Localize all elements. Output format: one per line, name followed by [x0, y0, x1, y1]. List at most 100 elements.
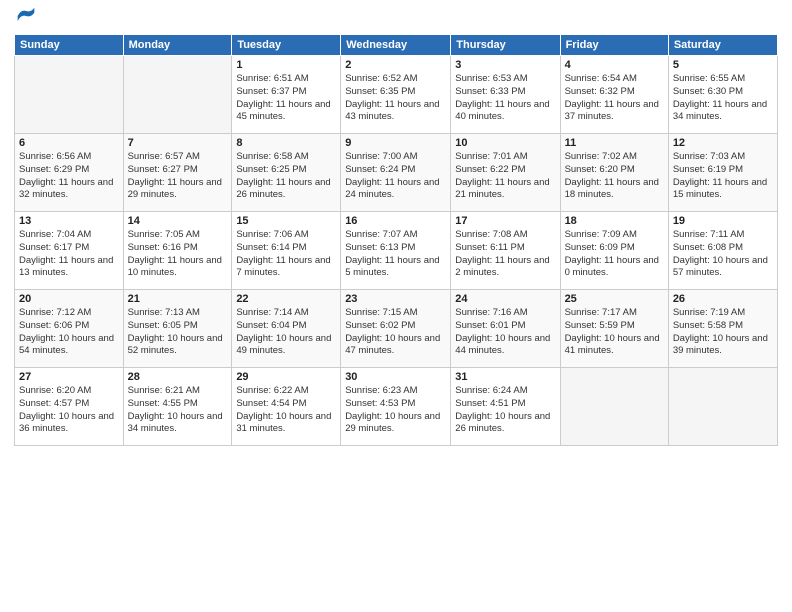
calendar-cell: 29 Sunrise: 6:22 AM Sunset: 4:54 PM Dayl… [232, 368, 341, 446]
day-number: 10 [455, 137, 555, 149]
day-info: Sunrise: 7:03 AM Sunset: 6:19 PM Dayligh… [673, 151, 773, 202]
day-number: 1 [236, 59, 336, 71]
calendar-cell [668, 368, 777, 446]
day-number: 23 [345, 293, 446, 305]
day-info: Sunrise: 6:52 AM Sunset: 6:35 PM Dayligh… [345, 73, 446, 124]
calendar-cell [123, 56, 232, 134]
day-number: 7 [128, 137, 228, 149]
day-number: 19 [673, 215, 773, 227]
day-info: Sunrise: 7:09 AM Sunset: 6:09 PM Dayligh… [565, 229, 664, 280]
day-number: 15 [236, 215, 336, 227]
calendar-cell: 16 Sunrise: 7:07 AM Sunset: 6:13 PM Dayl… [341, 212, 451, 290]
weekday-header: Sunday [15, 35, 124, 56]
calendar-cell: 12 Sunrise: 7:03 AM Sunset: 6:19 PM Dayl… [668, 134, 777, 212]
day-number: 29 [236, 371, 336, 383]
calendar-cell: 17 Sunrise: 7:08 AM Sunset: 6:11 PM Dayl… [451, 212, 560, 290]
day-number: 21 [128, 293, 228, 305]
day-number: 5 [673, 59, 773, 71]
calendar-cell: 10 Sunrise: 7:01 AM Sunset: 6:22 PM Dayl… [451, 134, 560, 212]
logo-area [14, 10, 36, 26]
day-number: 30 [345, 371, 446, 383]
calendar-cell: 9 Sunrise: 7:00 AM Sunset: 6:24 PM Dayli… [341, 134, 451, 212]
day-info: Sunrise: 6:54 AM Sunset: 6:32 PM Dayligh… [565, 73, 664, 124]
day-number: 4 [565, 59, 664, 71]
calendar-cell: 20 Sunrise: 7:12 AM Sunset: 6:06 PM Dayl… [15, 290, 124, 368]
logo-text [14, 10, 36, 26]
calendar-cell: 26 Sunrise: 7:19 AM Sunset: 5:58 PM Dayl… [668, 290, 777, 368]
weekday-header: Thursday [451, 35, 560, 56]
weekday-header: Wednesday [341, 35, 451, 56]
day-number: 2 [345, 59, 446, 71]
day-info: Sunrise: 7:02 AM Sunset: 6:20 PM Dayligh… [565, 151, 664, 202]
day-info: Sunrise: 7:17 AM Sunset: 5:59 PM Dayligh… [565, 307, 664, 358]
day-number: 13 [19, 215, 119, 227]
day-number: 24 [455, 293, 555, 305]
calendar-cell: 25 Sunrise: 7:17 AM Sunset: 5:59 PM Dayl… [560, 290, 668, 368]
day-info: Sunrise: 7:14 AM Sunset: 6:04 PM Dayligh… [236, 307, 336, 358]
day-info: Sunrise: 7:07 AM Sunset: 6:13 PM Dayligh… [345, 229, 446, 280]
day-info: Sunrise: 6:20 AM Sunset: 4:57 PM Dayligh… [19, 385, 119, 436]
day-info: Sunrise: 6:58 AM Sunset: 6:25 PM Dayligh… [236, 151, 336, 202]
calendar-cell: 4 Sunrise: 6:54 AM Sunset: 6:32 PM Dayli… [560, 56, 668, 134]
day-number: 8 [236, 137, 336, 149]
calendar-cell: 14 Sunrise: 7:05 AM Sunset: 6:16 PM Dayl… [123, 212, 232, 290]
calendar-cell: 1 Sunrise: 6:51 AM Sunset: 6:37 PM Dayli… [232, 56, 341, 134]
day-info: Sunrise: 6:53 AM Sunset: 6:33 PM Dayligh… [455, 73, 555, 124]
day-number: 6 [19, 137, 119, 149]
calendar-week-row: 20 Sunrise: 7:12 AM Sunset: 6:06 PM Dayl… [15, 290, 778, 368]
logo-icon [16, 6, 36, 26]
day-info: Sunrise: 7:12 AM Sunset: 6:06 PM Dayligh… [19, 307, 119, 358]
day-number: 28 [128, 371, 228, 383]
calendar-week-row: 13 Sunrise: 7:04 AM Sunset: 6:17 PM Dayl… [15, 212, 778, 290]
calendar-cell: 13 Sunrise: 7:04 AM Sunset: 6:17 PM Dayl… [15, 212, 124, 290]
calendar-cell: 18 Sunrise: 7:09 AM Sunset: 6:09 PM Dayl… [560, 212, 668, 290]
calendar-cell: 30 Sunrise: 6:23 AM Sunset: 4:53 PM Dayl… [341, 368, 451, 446]
calendar-table: SundayMondayTuesdayWednesdayThursdayFrid… [14, 34, 778, 446]
day-number: 17 [455, 215, 555, 227]
calendar-cell: 22 Sunrise: 7:14 AM Sunset: 6:04 PM Dayl… [232, 290, 341, 368]
day-number: 9 [345, 137, 446, 149]
calendar-cell [15, 56, 124, 134]
calendar-cell: 7 Sunrise: 6:57 AM Sunset: 6:27 PM Dayli… [123, 134, 232, 212]
calendar-cell: 5 Sunrise: 6:55 AM Sunset: 6:30 PM Dayli… [668, 56, 777, 134]
day-info: Sunrise: 7:05 AM Sunset: 6:16 PM Dayligh… [128, 229, 228, 280]
day-info: Sunrise: 7:19 AM Sunset: 5:58 PM Dayligh… [673, 307, 773, 358]
calendar-header-row: SundayMondayTuesdayWednesdayThursdayFrid… [15, 35, 778, 56]
header [14, 10, 778, 26]
day-number: 25 [565, 293, 664, 305]
day-info: Sunrise: 6:57 AM Sunset: 6:27 PM Dayligh… [128, 151, 228, 202]
day-info: Sunrise: 7:11 AM Sunset: 6:08 PM Dayligh… [673, 229, 773, 280]
day-info: Sunrise: 6:24 AM Sunset: 4:51 PM Dayligh… [455, 385, 555, 436]
calendar-cell: 15 Sunrise: 7:06 AM Sunset: 6:14 PM Dayl… [232, 212, 341, 290]
day-info: Sunrise: 6:51 AM Sunset: 6:37 PM Dayligh… [236, 73, 336, 124]
day-number: 12 [673, 137, 773, 149]
day-number: 3 [455, 59, 555, 71]
day-info: Sunrise: 6:55 AM Sunset: 6:30 PM Dayligh… [673, 73, 773, 124]
weekday-header: Tuesday [232, 35, 341, 56]
day-info: Sunrise: 7:08 AM Sunset: 6:11 PM Dayligh… [455, 229, 555, 280]
calendar-cell: 2 Sunrise: 6:52 AM Sunset: 6:35 PM Dayli… [341, 56, 451, 134]
calendar-week-row: 27 Sunrise: 6:20 AM Sunset: 4:57 PM Dayl… [15, 368, 778, 446]
calendar-cell: 21 Sunrise: 7:13 AM Sunset: 6:05 PM Dayl… [123, 290, 232, 368]
day-number: 27 [19, 371, 119, 383]
page: SundayMondayTuesdayWednesdayThursdayFrid… [0, 0, 792, 612]
calendar-cell: 23 Sunrise: 7:15 AM Sunset: 6:02 PM Dayl… [341, 290, 451, 368]
calendar-cell: 24 Sunrise: 7:16 AM Sunset: 6:01 PM Dayl… [451, 290, 560, 368]
weekday-header: Friday [560, 35, 668, 56]
day-info: Sunrise: 7:16 AM Sunset: 6:01 PM Dayligh… [455, 307, 555, 358]
day-number: 22 [236, 293, 336, 305]
calendar-cell: 6 Sunrise: 6:56 AM Sunset: 6:29 PM Dayli… [15, 134, 124, 212]
day-number: 20 [19, 293, 119, 305]
calendar-cell: 8 Sunrise: 6:58 AM Sunset: 6:25 PM Dayli… [232, 134, 341, 212]
day-number: 26 [673, 293, 773, 305]
day-info: Sunrise: 7:04 AM Sunset: 6:17 PM Dayligh… [19, 229, 119, 280]
day-info: Sunrise: 7:15 AM Sunset: 6:02 PM Dayligh… [345, 307, 446, 358]
calendar-cell: 28 Sunrise: 6:21 AM Sunset: 4:55 PM Dayl… [123, 368, 232, 446]
day-info: Sunrise: 6:22 AM Sunset: 4:54 PM Dayligh… [236, 385, 336, 436]
day-info: Sunrise: 7:13 AM Sunset: 6:05 PM Dayligh… [128, 307, 228, 358]
calendar-cell: 3 Sunrise: 6:53 AM Sunset: 6:33 PM Dayli… [451, 56, 560, 134]
day-number: 16 [345, 215, 446, 227]
day-info: Sunrise: 7:01 AM Sunset: 6:22 PM Dayligh… [455, 151, 555, 202]
day-number: 18 [565, 215, 664, 227]
weekday-header: Monday [123, 35, 232, 56]
